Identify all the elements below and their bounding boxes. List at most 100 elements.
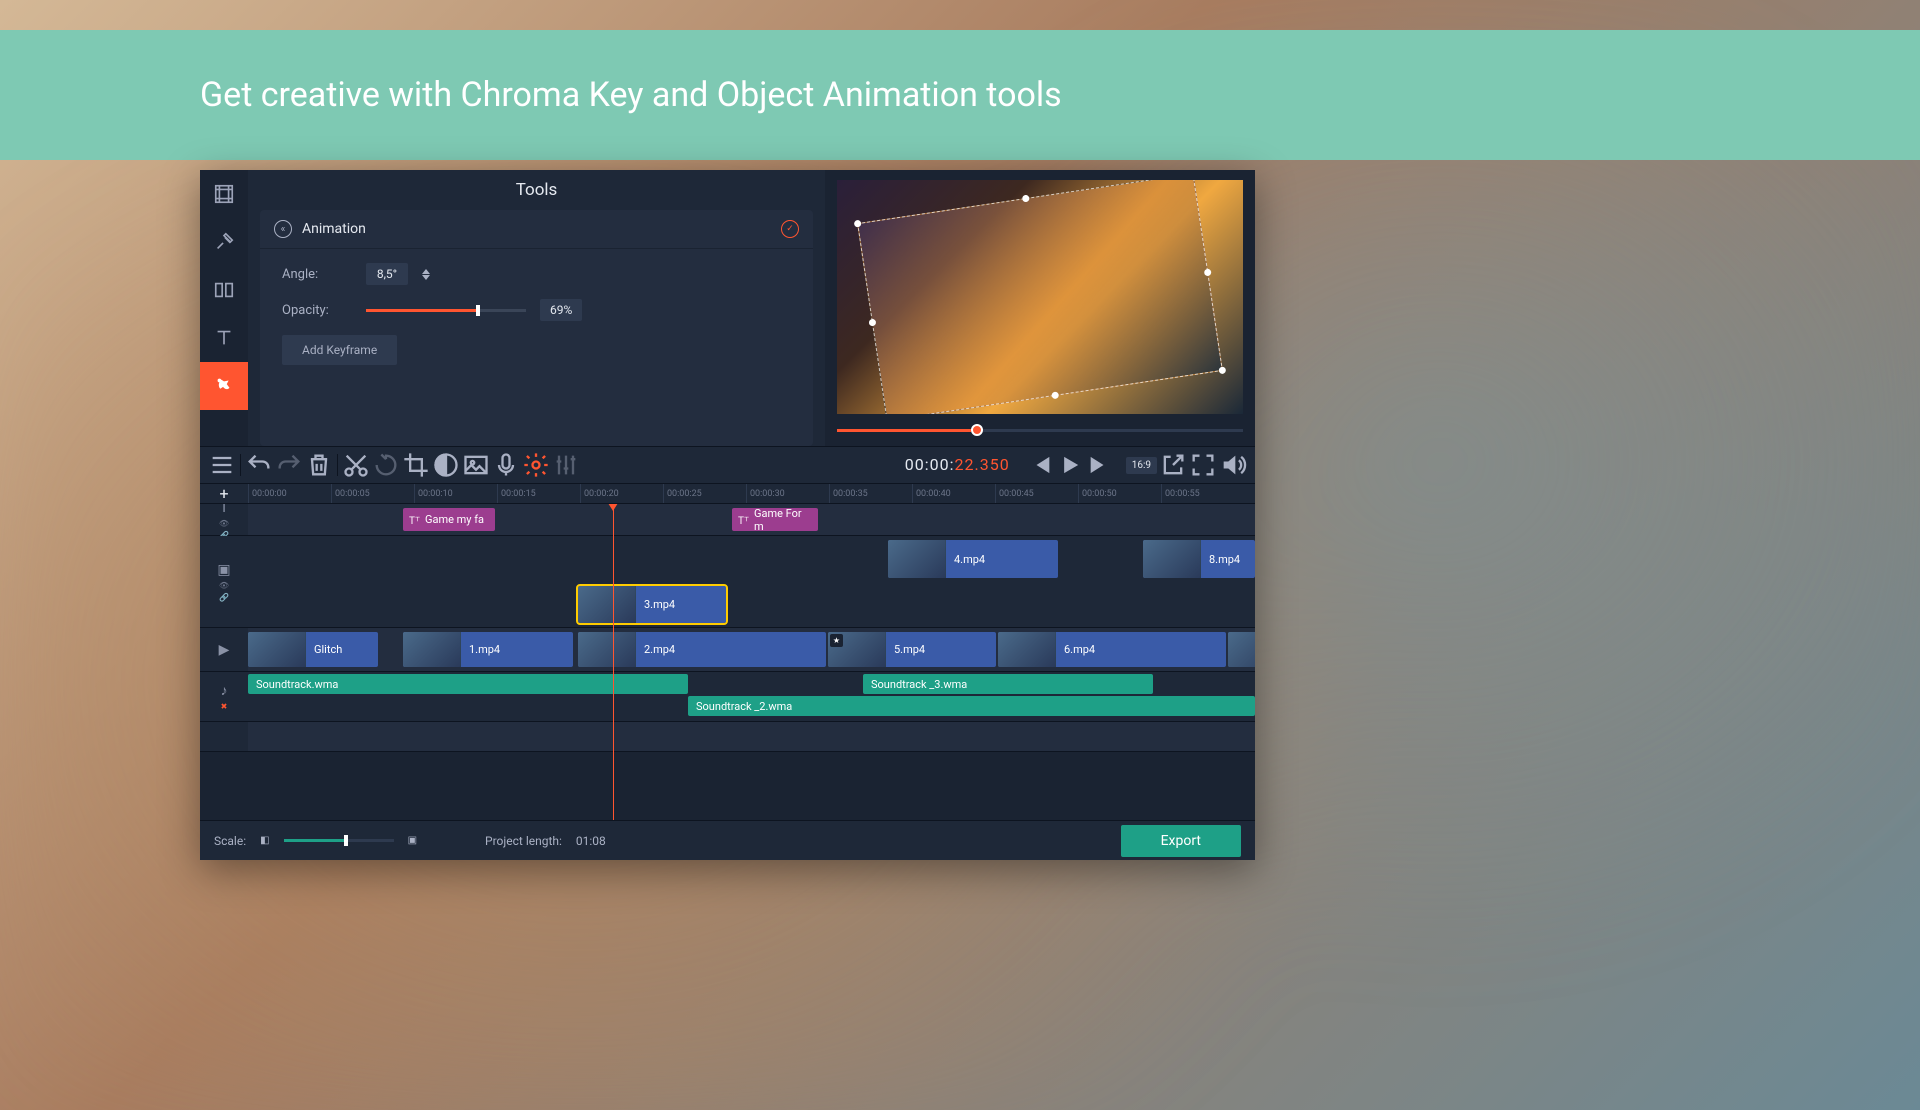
redo-button[interactable] (275, 451, 303, 479)
play-button[interactable] (1056, 451, 1084, 479)
rotate-button[interactable] (372, 451, 400, 479)
delete-button[interactable] (305, 451, 333, 479)
apply-button[interactable]: ✓ (781, 220, 799, 238)
footer: Scale: ◧ ▣ Project length: 01:08 Export (200, 820, 1255, 860)
project-length-label: Project length: (485, 834, 562, 848)
handle-bc[interactable] (1051, 391, 1059, 399)
overlay-clip[interactable]: 4.mp4 (888, 540, 1058, 578)
title-track: T👁🔗 T⸆Game my fa T⸆Game For m (200, 504, 1255, 536)
panel-title: Animation (302, 221, 771, 237)
tab-effects[interactable] (200, 218, 248, 266)
preview-canvas[interactable] (837, 180, 1243, 414)
fullscreen-button[interactable] (1189, 451, 1217, 479)
overlay-clip[interactable]: 3.mp4 (578, 586, 726, 623)
video-clip[interactable]: Glitch (248, 632, 378, 667)
overlay-track-body[interactable]: 4.mp4 8.mp4 3.mp4 (248, 536, 1255, 627)
panel-header: « Animation ✓ (260, 210, 813, 249)
title-clip[interactable]: T⸆Game my fa (403, 508, 495, 531)
timeline: T👁🔗 T⸆Game my fa T⸆Game For m ▣👁🔗 4.mp4 8.… (200, 504, 1255, 820)
ruler-ticks[interactable]: 00:00:0000:00:0500:00:1000:00:1500:00:20… (248, 484, 1255, 503)
time-ruler[interactable]: + 00:00:0000:00:0500:00:1000:00:1500:00:… (200, 484, 1255, 504)
equalizer-button[interactable] (552, 451, 580, 479)
scale-max-icon: ▣ (408, 835, 417, 846)
audio-track-head[interactable]: ♪✖ (200, 672, 248, 721)
video-track: ▶ Glitch 1.mp42.mp4★5.mp46.mp4 (200, 628, 1255, 672)
ruler-tick: 00:00:45 (995, 484, 1078, 503)
preview-scrubber[interactable] (837, 420, 1243, 440)
hero-banner: Get creative with Chroma Key and Object … (0, 30, 1920, 160)
mic-button[interactable] (492, 451, 520, 479)
ruler-tick: 00:00:55 (1161, 484, 1244, 503)
title-clip[interactable]: T⸆Game For m (732, 508, 818, 531)
ruler-tick: 00:00:50 (1078, 484, 1161, 503)
tab-titles[interactable] (200, 314, 248, 362)
add-track-button[interactable]: + (200, 484, 248, 503)
opacity-row: Opacity: 69% (282, 299, 791, 321)
volume-button[interactable] (1219, 451, 1247, 479)
opacity-value[interactable]: 69% (540, 299, 582, 321)
export-button[interactable]: Export (1121, 825, 1241, 857)
aspect-ratio[interactable]: 16:9 (1126, 457, 1157, 474)
audio-clip[interactable]: Soundtrack.wma (248, 674, 688, 694)
undo-button[interactable] (245, 451, 273, 479)
handle-tl[interactable] (854, 220, 862, 228)
left-tabs (200, 170, 248, 446)
title-track-body[interactable]: T⸆Game my fa T⸆Game For m (248, 504, 1255, 535)
audio-clip[interactable]: Soundtrack _3.wma (863, 674, 1153, 694)
video-track-body[interactable]: Glitch 1.mp42.mp4★5.mp46.mp4 (248, 628, 1255, 671)
list-icon[interactable] (208, 451, 236, 479)
ruler-tick: 00:00:40 (912, 484, 995, 503)
video-clip[interactable]: 2.mp4 (578, 632, 826, 667)
back-button[interactable]: « (274, 220, 292, 238)
cut-button[interactable] (342, 451, 370, 479)
next-button[interactable] (1086, 451, 1114, 479)
toolbar: 00:00:22.350 16:9 (200, 446, 1255, 484)
scale-slider[interactable] (284, 839, 394, 842)
spare-track (200, 722, 1255, 752)
tab-transitions[interactable] (200, 266, 248, 314)
tools-title: Tools (248, 170, 825, 210)
ruler-tick: 00:00:00 (248, 484, 331, 503)
color-button[interactable] (432, 451, 460, 479)
angle-row: Angle: 8,5° (282, 263, 791, 285)
spare-track-body[interactable] (248, 722, 1255, 751)
audio-track-body[interactable]: Soundtrack.wma Soundtrack _3.wmaSoundtrac… (248, 672, 1255, 721)
video-clip[interactable]: 1.mp4 (403, 632, 573, 667)
overlay-clip[interactable]: 8.mp4 (1143, 540, 1255, 578)
tab-media[interactable] (200, 170, 248, 218)
video-clip[interactable]: 6.mp4 (998, 632, 1226, 667)
ruler-tick: 00:00:25 (663, 484, 746, 503)
timecode: 00:00:22.350 (905, 455, 1010, 475)
video-clip[interactable] (1228, 632, 1255, 667)
overlay-track: ▣👁🔗 4.mp4 8.mp4 3.mp4 (200, 536, 1255, 628)
handle-mr[interactable] (1204, 268, 1212, 276)
crop-button[interactable] (402, 451, 430, 479)
overlay-track-head[interactable]: ▣👁🔗 (200, 536, 248, 627)
prev-button[interactable] (1026, 451, 1054, 479)
title-track-head[interactable]: T👁🔗 (200, 504, 248, 535)
tools-panel: Tools « Animation ✓ Angle: 8,5° Opacity: (248, 170, 825, 446)
add-keyframe-button[interactable]: Add Keyframe (282, 335, 397, 365)
image-button[interactable] (462, 451, 490, 479)
settings-button[interactable] (522, 451, 550, 479)
opacity-slider[interactable] (366, 309, 526, 312)
ruler-tick: 00:00:15 (497, 484, 580, 503)
popout-button[interactable] (1159, 451, 1187, 479)
ruler-tick: 00:00:05 (331, 484, 414, 503)
preview-area (825, 170, 1255, 446)
angle-stepper[interactable] (422, 269, 430, 280)
audio-track: ♪✖ Soundtrack.wma Soundtrack _3.wmaSoundt… (200, 672, 1255, 722)
video-clip[interactable]: ★5.mp4 (828, 632, 996, 667)
video-track-head[interactable]: ▶ (200, 628, 248, 671)
handle-tc[interactable] (1022, 195, 1030, 203)
project-length-value: 01:08 (576, 834, 606, 848)
angle-value[interactable]: 8,5° (366, 263, 408, 285)
handle-ml[interactable] (868, 319, 876, 327)
ruler-tick: 00:00:10 (414, 484, 497, 503)
ruler-tick: 00:00:30 (746, 484, 829, 503)
handle-br[interactable] (1218, 366, 1226, 374)
spare-track-head (200, 722, 248, 751)
tab-animation[interactable] (200, 362, 248, 410)
transform-frame[interactable] (857, 180, 1223, 414)
audio-clip[interactable]: Soundtrack _2.wma (688, 696, 1255, 716)
